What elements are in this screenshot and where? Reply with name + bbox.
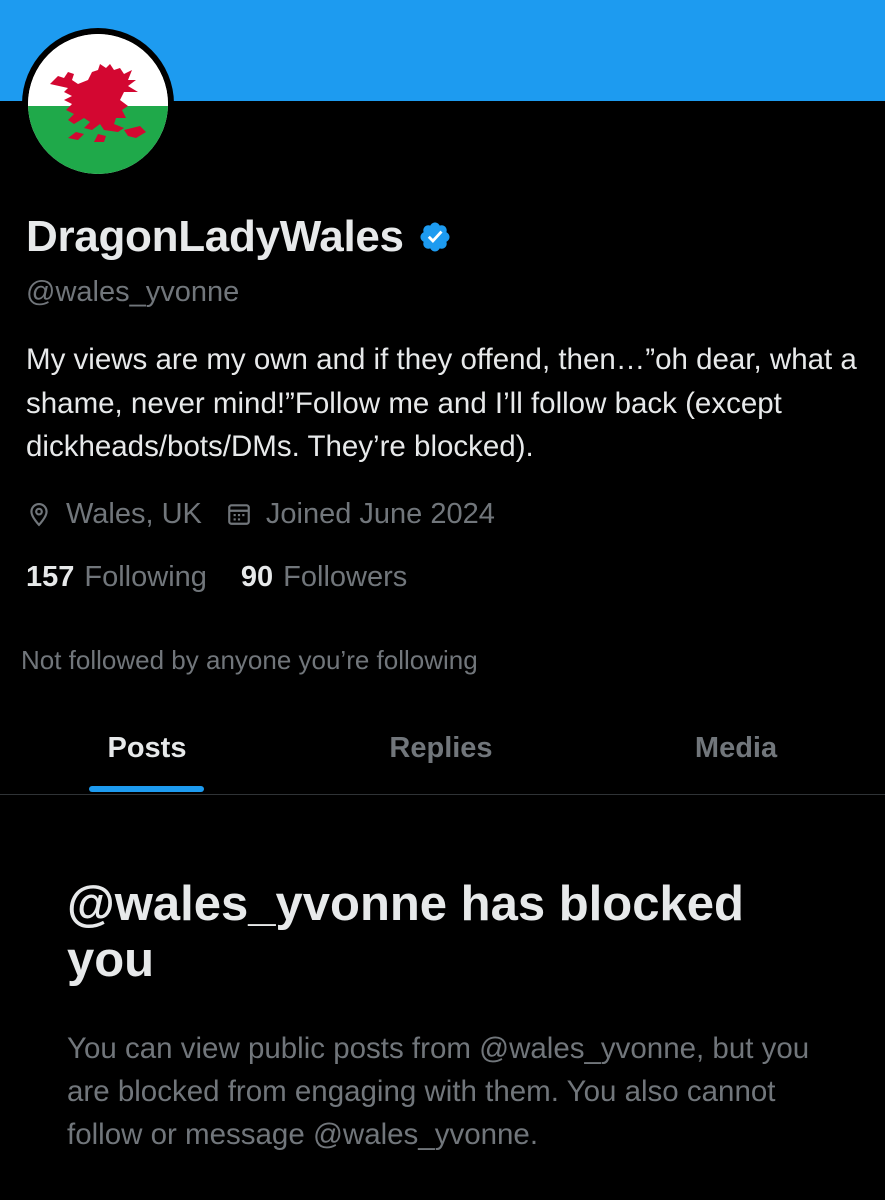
following-link[interactable]: 157 Following bbox=[26, 561, 207, 594]
active-tab-indicator bbox=[89, 786, 204, 792]
joined-text: Joined June 2024 bbox=[265, 497, 495, 530]
blocked-message: You can view public posts from @wales_yv… bbox=[67, 1032, 810, 1151]
location-pin-icon bbox=[30, 503, 48, 527]
profile-tabs: Posts Replies Media bbox=[0, 706, 885, 795]
avatar[interactable] bbox=[28, 34, 168, 174]
profile-stats: 157 Following 90 Followers bbox=[26, 561, 407, 594]
verified-badge-icon[interactable] bbox=[418, 220, 452, 254]
blocked-title: @wales_yvonne has blocked you bbox=[67, 877, 744, 987]
display-name: DragonLadyWales bbox=[26, 212, 452, 262]
following-count: 157 bbox=[26, 561, 75, 593]
location-text: Wales, UK bbox=[66, 497, 202, 530]
followers-label: Followers bbox=[283, 561, 408, 593]
profile-bio: My views are my own and if they offend, … bbox=[26, 343, 857, 463]
followers-link[interactable]: 90 Followers bbox=[241, 561, 407, 594]
profile-handle: @wales_yvonne bbox=[26, 276, 240, 308]
tab-posts[interactable]: Posts bbox=[88, 706, 206, 794]
followers-count: 90 bbox=[240, 561, 274, 593]
joined-item: Joined June 2024 bbox=[226, 498, 495, 531]
tab-replies[interactable]: Replies bbox=[365, 706, 517, 794]
welsh-flag-image bbox=[28, 34, 168, 174]
following-label: Following bbox=[84, 561, 207, 593]
tab-media[interactable]: Media bbox=[668, 706, 804, 794]
display-name-text: DragonLadyWales bbox=[26, 212, 404, 261]
location-item: Wales, UK bbox=[26, 498, 202, 531]
calendar-icon bbox=[228, 504, 250, 525]
profile-meta: Wales, UK Joined June 2024 bbox=[26, 494, 495, 534]
not-followed-notice: Not followed by anyone you’re following bbox=[21, 645, 478, 675]
